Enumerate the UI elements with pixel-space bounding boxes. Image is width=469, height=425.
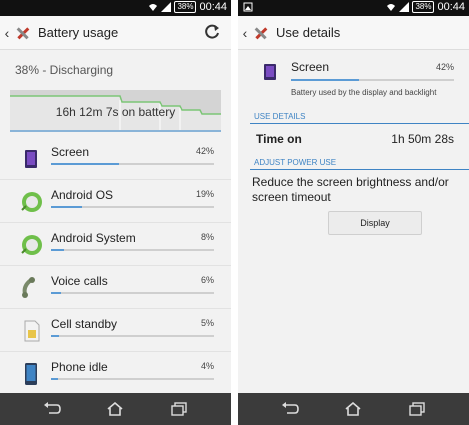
item-name: Screen	[291, 60, 330, 74]
settings-tools-icon	[254, 26, 268, 39]
navigation-bar	[0, 393, 231, 425]
item-name: Screen	[51, 145, 90, 159]
usage-bar-fill	[51, 335, 60, 337]
back-arrow-icon[interactable]: ‹	[2, 25, 12, 41]
usage-bar	[291, 79, 454, 81]
usage-bar	[51, 335, 214, 337]
nav-back-icon[interactable]	[39, 398, 65, 420]
list-item-phone-idle[interactable]: Phone idle 4%	[0, 352, 231, 395]
refresh-icon[interactable]	[203, 23, 221, 41]
usage-bar	[51, 249, 214, 251]
nav-recent-apps-icon[interactable]	[166, 398, 192, 420]
item-percent: 6%	[200, 275, 214, 285]
settings-tools-icon	[16, 26, 30, 39]
section-header-use-details: USE DETAILS	[250, 112, 469, 124]
usage-bar-fill	[51, 206, 82, 208]
nav-home-icon[interactable]	[102, 398, 128, 420]
usage-bar-fill	[51, 292, 61, 294]
nav-recent-apps-icon[interactable]	[404, 398, 430, 420]
use-details-screen: 38% 00:44 ‹ Use details Screen 42% Batte…	[238, 0, 469, 425]
time-on-label: Time on	[256, 132, 302, 146]
usage-bar-fill	[51, 378, 58, 380]
item-percent: 42%	[195, 146, 214, 156]
page-title: Use details	[276, 25, 341, 40]
usage-bar	[51, 292, 214, 294]
item-name: Android System	[51, 231, 136, 245]
item-percent: 4%	[200, 361, 214, 371]
android-os-icon	[21, 192, 42, 212]
action-bar: ‹ Use details	[238, 16, 469, 50]
battery-history-graph[interactable]: 16h 12m 7s on battery	[10, 90, 221, 132]
navigation-bar	[238, 393, 469, 425]
clock: 00:44	[437, 1, 465, 13]
list-item-android-os[interactable]: Android OS 19%	[0, 180, 231, 223]
usage-bar-fill	[291, 79, 360, 81]
section-header-adjust-power: ADJUST POWER USE	[250, 158, 469, 170]
list-item-cell-standby[interactable]: Cell standby 5%	[0, 309, 231, 352]
action-bar: ‹ Battery usage	[0, 16, 231, 50]
signal-icon	[399, 2, 410, 12]
image-notification-icon	[243, 2, 253, 12]
item-name: Cell standby	[51, 317, 118, 331]
nav-home-icon[interactable]	[340, 398, 366, 420]
power-advice-text: Reduce the screen brightness and/or scre…	[252, 175, 449, 204]
usage-bar	[51, 163, 214, 165]
time-on-battery: 16h 12m 7s on battery	[55, 105, 176, 119]
list-item-voice-calls[interactable]: Voice calls 6%	[0, 266, 231, 309]
screen-icon	[25, 150, 37, 168]
clock: 00:44	[199, 1, 227, 13]
android-system-icon	[21, 235, 42, 255]
phone-handset-icon	[22, 277, 35, 298]
display-button[interactable]: Display	[328, 211, 422, 235]
item-name: Phone idle	[51, 360, 108, 374]
wifi-icon	[387, 4, 396, 11]
item-percent: 42%	[435, 62, 454, 72]
sim-card-icon	[24, 320, 40, 342]
back-arrow-icon[interactable]: ‹	[240, 25, 250, 41]
item-percent: 19%	[195, 189, 214, 199]
usage-list: Screen 42% Android OS 19% Android System…	[0, 137, 231, 395]
time-on-row: Time on 1h 50m 28s	[238, 130, 469, 152]
list-item-android-system[interactable]: Android System 8%	[0, 223, 231, 266]
app-usage-summary: Screen 42% Battery used by the display a…	[238, 52, 469, 104]
usage-bar	[51, 206, 214, 208]
nav-back-icon[interactable]	[277, 398, 303, 420]
status-bar: 38% 00:44	[238, 0, 469, 16]
usage-bar-fill	[51, 163, 120, 165]
usage-bar	[51, 378, 214, 380]
battery-percent: 38%	[174, 1, 197, 13]
list-item-screen[interactable]: Screen 42%	[0, 137, 231, 180]
item-name: Voice calls	[51, 274, 108, 288]
item-name: Android OS	[51, 188, 114, 202]
page-title: Battery usage	[38, 25, 119, 40]
wifi-icon	[149, 4, 158, 11]
status-bar: 38% 00:44	[0, 0, 231, 16]
battery-percent: 38%	[412, 1, 435, 13]
item-description: Battery used by the display and backligh…	[291, 88, 437, 97]
battery-status: 38% - Discharging	[15, 63, 114, 77]
time-on-value: 1h 50m 28s	[391, 132, 454, 146]
phone-icon	[25, 363, 37, 385]
usage-bar-fill	[51, 249, 65, 251]
battery-usage-screen: 38% 00:44 ‹ Battery usage 38% - Discharg…	[0, 0, 231, 425]
signal-icon	[161, 2, 172, 12]
screen-icon	[264, 64, 276, 80]
item-percent: 5%	[200, 318, 214, 328]
item-percent: 8%	[200, 232, 214, 242]
